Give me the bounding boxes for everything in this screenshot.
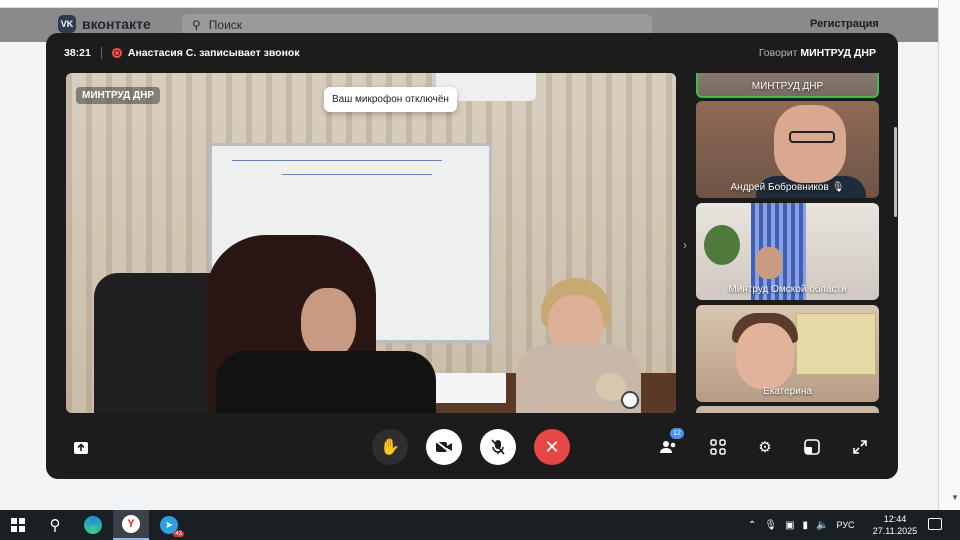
vk-logo[interactable]: VK вконтакте [58,15,151,33]
taskbar-edge[interactable] [76,510,110,540]
fullscreen-icon [853,440,867,454]
vk-logo-icon: VK [58,15,76,33]
call-top-bar: 38:21 Анастасия С. записывает звонок [64,47,300,59]
telegram-badge: 43 [173,531,184,537]
main-video-name-tag: МИНТРУД ДНР [76,87,161,104]
windows-logo-icon [11,518,25,532]
microphone-icon[interactable]: 🎙 [764,520,777,531]
language-indicator[interactable]: РУС [837,520,855,530]
camera-off-icon [435,440,452,454]
participant-face [774,105,846,183]
participant-name: Минтруд Омской области [728,284,847,295]
divider [100,47,102,59]
chevron-right-icon[interactable]: › [683,238,687,252]
participant-body [216,351,436,413]
taskbar-time: 12:44 [883,514,907,524]
notifications-icon[interactable] [928,518,942,530]
gear-icon: ⚙ [758,439,772,456]
raise-hand-button[interactable]: ✋ [372,429,408,465]
participant-tile[interactable] [696,406,879,413]
browser-scrollbar[interactable] [938,0,960,510]
start-button[interactable] [0,510,36,540]
share-screen-button[interactable] [70,437,92,459]
volume-icon[interactable]: 🔈 [816,520,828,531]
browser-top-edge [0,0,938,8]
participants-button[interactable]: 12 [656,428,684,460]
participant-face [301,288,356,358]
speaking-name: МИНТРУД ДНР [800,47,876,59]
scroll-down-arrow-icon[interactable]: ▼ [951,493,959,502]
main-video[interactable]: МИНТРУД ДНР Ваш микрофон отключён [66,73,676,413]
participants-icon [660,441,676,453]
microphone-toggle-button[interactable] [480,429,516,465]
participant-tile[interactable]: Андрей Бобровников 🎙 [696,101,879,198]
edge-icon [84,516,102,534]
call-window: 38:21 Анастасия С. записывает звонок Гов… [46,33,898,479]
search-icon: ⚲ [192,18,201,32]
participant-name: Андрей Бобровников 🎙 [730,182,845,193]
participant-face [736,323,794,389]
pip-icon [804,439,820,455]
battery-icon[interactable]: ▮ [803,520,809,531]
whiteboard-writing [282,174,432,175]
speaking-prefix: Говорит [758,47,798,59]
vk-logo-text: вконтакте [82,16,151,32]
windows-taskbar: ⚲ Y ➤ 43 ⌃ 🎙 ▣ ▮ 🔈 РУС 12:44 27.11.2025 [0,510,960,540]
recording-icon [111,48,122,58]
mic-muted-tooltip: Ваш микрофон отключён [324,87,457,112]
wall-map [796,313,876,375]
pip-button[interactable] [799,434,825,460]
taskbar-clock[interactable]: 12:44 27.11.2025 [868,513,922,537]
settings-button[interactable]: ⚙ [752,434,778,460]
register-link[interactable]: Регистрация [810,18,879,30]
grid-view-button[interactable] [705,434,731,460]
yandex-browser-icon: Y [122,515,140,533]
participants-tiles: МИНТРУД ДНР Андрей Бобровников 🎙 Минтруд … [696,73,879,413]
end-call-icon: ✕ [544,436,560,457]
participant-tile[interactable]: МИНТРУД ДНР [696,73,879,98]
participants-count-badge: 12 [670,428,684,439]
participant-name: МИНТРУД ДНР [751,81,824,92]
end-call-button[interactable]: ✕ [534,429,570,465]
participant-tile[interactable]: Екатерина [696,305,879,402]
network-icon[interactable]: ▣ [785,520,794,531]
mic-off-icon: 🎙 [831,182,845,193]
search-icon: ⚲ [49,517,61,534]
taskbar-yandex-browser[interactable]: Y [113,510,149,540]
taskbar-search-button[interactable]: ⚲ [38,510,72,540]
chevron-up-icon[interactable]: ⌃ [748,520,756,531]
grid-view-icon [710,439,726,455]
fullscreen-button[interactable] [847,434,873,460]
share-screen-icon [74,442,88,454]
recording-status: Анастасия С. записывает звонок [127,47,300,59]
participant-name: Екатерина [763,386,812,397]
telegram-icon: ➤ 43 [160,516,184,537]
taskbar-date: 27.11.2025 [872,526,918,536]
participant-tile[interactable]: Минтруд Омской области [696,203,879,300]
camera-toggle-button[interactable] [426,429,462,465]
call-timer: 38:21 [64,47,91,59]
participant-face [756,247,782,279]
plant [704,225,740,265]
vk-search-placeholder: Поиск [208,18,243,32]
whiteboard-writing [232,160,442,161]
system-tray: ⌃ 🎙 ▣ ▮ 🔈 РУС [748,510,855,540]
current-speaker: Говорит МИНТРУД ДНР [759,47,876,59]
desk-clock [621,391,639,409]
glasses [789,131,835,143]
taskbar-telegram[interactable]: ➤ 43 [152,510,186,540]
tiles-scrollbar[interactable] [894,127,897,217]
mic-off-icon [491,439,505,455]
raise-hand-icon: ✋ [380,439,400,456]
